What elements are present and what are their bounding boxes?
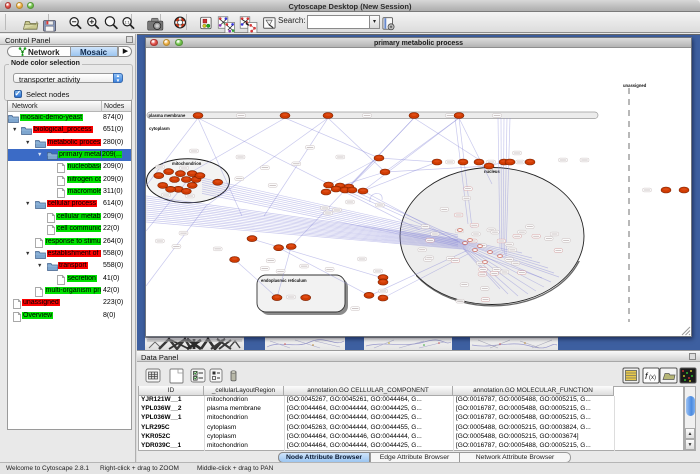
- svg-text:(x): (x): [649, 375, 656, 381]
- svg-text:cytoplasm: cytoplasm: [149, 126, 170, 131]
- svg-text:1:1: 1:1: [124, 20, 129, 24]
- svg-text:unassigned: unassigned: [623, 83, 647, 88]
- svg-text:endoplasmic reticulum: endoplasmic reticulum: [261, 278, 307, 283]
- svg-text:plasma membrane: plasma membrane: [149, 113, 186, 118]
- svg-text:mitochondrion: mitochondrion: [172, 161, 202, 166]
